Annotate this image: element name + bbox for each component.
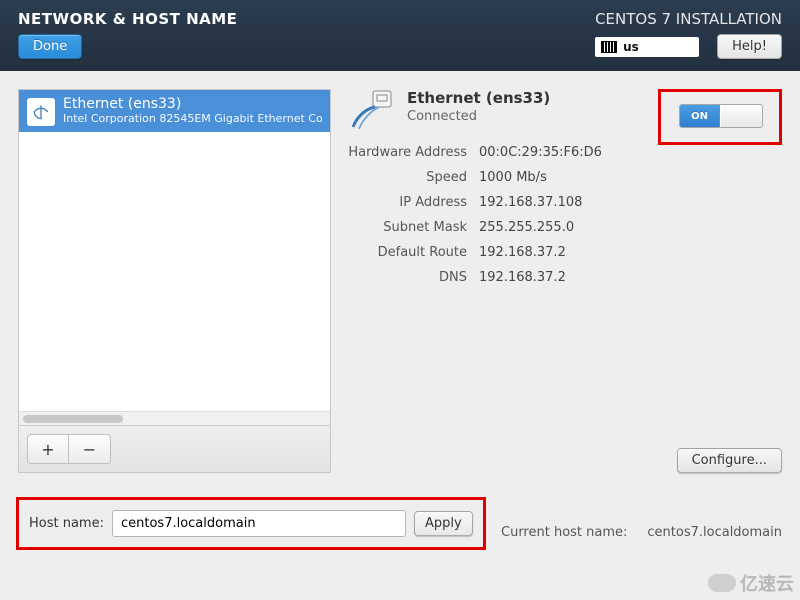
toggle-on-label: ON <box>680 105 720 127</box>
interface-status: Connected <box>407 109 550 124</box>
keyboard-icon <box>601 41 617 53</box>
apply-hostname-button[interactable]: Apply <box>414 511 473 536</box>
detail-label: IP Address <box>347 195 467 210</box>
installer-title: CENTOS 7 INSTALLATION <box>595 10 782 28</box>
interface-name: Ethernet (ens33) <box>407 89 550 107</box>
keyboard-layout-text: us <box>623 40 639 54</box>
keyboard-layout-indicator[interactable]: us <box>595 37 699 57</box>
hostname-label: Host name: <box>29 516 104 531</box>
network-device-list: Ethernet (ens33) Intel Corporation 82545… <box>18 89 331 473</box>
cloud-icon <box>708 574 736 592</box>
watermark: 亿速云 <box>708 570 794 596</box>
header-bar: NETWORK & HOST NAME CENTOS 7 INSTALLATIO… <box>0 0 800 71</box>
device-item-name: Ethernet (ens33) <box>63 96 322 112</box>
detail-label: Subnet Mask <box>347 220 467 235</box>
ip-address-value: 192.168.37.108 <box>479 195 782 210</box>
device-list-item[interactable]: Ethernet (ens33) Intel Corporation 82545… <box>19 90 330 132</box>
ethernet-cable-icon <box>347 89 395 129</box>
connection-toggle[interactable]: ON <box>679 104 763 128</box>
interface-details: Hardware Address 00:0C:29:35:F6:D6 Speed… <box>347 145 782 285</box>
speed-value: 1000 Mb/s <box>479 170 782 185</box>
hostname-section-highlight: Host name: Apply <box>16 497 486 550</box>
current-hostname-value: centos7.localdomain <box>647 525 782 540</box>
default-route-value: 192.168.37.2 <box>479 245 782 260</box>
detail-label: DNS <box>347 270 467 285</box>
horizontal-scrollbar[interactable] <box>19 411 330 425</box>
detail-label: Hardware Address <box>347 145 467 160</box>
watermark-text: 亿速云 <box>740 570 794 596</box>
detail-label: Speed <box>347 170 467 185</box>
subnet-mask-value: 255.255.255.0 <box>479 220 782 235</box>
hostname-input[interactable] <box>112 510 406 537</box>
page-title: NETWORK & HOST NAME <box>18 10 237 28</box>
add-device-button[interactable]: + <box>27 434 69 464</box>
connection-toggle-highlight: ON <box>658 89 782 145</box>
device-item-desc: Intel Corporation 82545EM Gigabit Ethern… <box>63 112 322 125</box>
hardware-address-value: 00:0C:29:35:F6:D6 <box>479 145 782 160</box>
ethernet-icon <box>27 98 55 126</box>
configure-button[interactable]: Configure... <box>677 448 782 473</box>
remove-device-button[interactable]: − <box>69 434 111 464</box>
done-button[interactable]: Done <box>18 34 82 59</box>
current-hostname-label: Current host name: <box>501 525 627 540</box>
detail-label: Default Route <box>347 245 467 260</box>
help-button[interactable]: Help! <box>717 34 782 59</box>
toggle-handle <box>720 105 762 127</box>
dns-value: 192.168.37.2 <box>479 270 782 285</box>
